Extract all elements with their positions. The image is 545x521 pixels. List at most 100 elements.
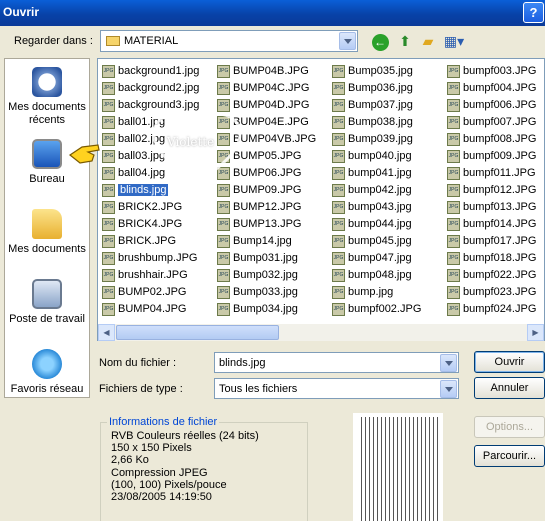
file-item[interactable]: JPG BRICK2.JPG (100, 199, 199, 216)
file-item[interactable]: JPG background2.jpg (100, 80, 199, 97)
file-item[interactable]: JPG blinds.jpg (100, 182, 199, 199)
help-button[interactable]: ? (523, 2, 544, 23)
file-item[interactable]: JPG bumpf008.JPG (445, 131, 536, 148)
scroll-right-icon[interactable]: ▶ (527, 324, 544, 341)
file-item[interactable]: JPG BUMP02.JPG (100, 284, 199, 301)
file-item[interactable]: JPG bump042.jpg (330, 182, 421, 199)
file-item[interactable]: JPG Bump035.jpg (330, 63, 421, 80)
file-item[interactable]: JPG background3.jpg (100, 97, 199, 114)
file-item[interactable]: JPG bumpf014.JPG (445, 216, 536, 233)
file-name: BUMP04E.JPG (233, 116, 309, 128)
jpg-file-icon: JPG (332, 116, 345, 129)
file-item[interactable]: JPG bumpf012.JPG (445, 182, 536, 199)
file-item[interactable]: JPG brushbump.JPG (100, 250, 199, 267)
file-item[interactable]: JPG BUMP04C.JPG (215, 80, 316, 97)
file-item[interactable]: JPG BUMP13.JPG (215, 216, 316, 233)
chevron-down-icon[interactable] (339, 32, 356, 50)
place-network[interactable]: Favoris réseau (5, 349, 89, 396)
file-item[interactable]: JPG BUMP04VB.JPG (215, 131, 316, 148)
file-item[interactable]: JPG bumpf013.JPG (445, 199, 536, 216)
jpg-file-icon: JPG (217, 303, 230, 316)
file-name: BUMP02.JPG (118, 286, 187, 298)
scroll-left-icon[interactable]: ◀ (98, 324, 115, 341)
file-item[interactable]: JPG bumpf023.JPG (445, 284, 536, 301)
file-item[interactable]: JPG bumpf024.JPG (445, 301, 536, 318)
file-item[interactable]: JPG bump.jpg (330, 284, 421, 301)
file-item[interactable]: JPG Bump034.jpg (215, 301, 316, 318)
file-item[interactable]: JPG bumpf011.JPG (445, 165, 536, 182)
desktop-icon (32, 139, 62, 169)
options-button[interactable]: Options... (474, 416, 545, 438)
place-my-documents[interactable]: Mes documents (5, 209, 89, 256)
file-item[interactable]: JPG bump044.jpg (330, 216, 421, 233)
file-item[interactable]: JPG bumpf009.JPG (445, 148, 536, 165)
new-folder-icon[interactable]: ▰ (418, 31, 438, 51)
file-item[interactable]: JPG Bump033.jpg (215, 284, 316, 301)
horizontal-scrollbar[interactable]: ◀ ▶ (98, 324, 544, 341)
file-name: bumpf013.JPG (463, 201, 537, 213)
file-item[interactable]: JPG ball03.jpg (100, 148, 199, 165)
my-computer-icon (32, 279, 62, 309)
file-item[interactable]: JPG Bump036.jpg (330, 80, 421, 97)
look-in-dropdown[interactable]: MATERIAL (100, 30, 358, 52)
views-menu-icon[interactable]: ▦▾ (442, 31, 466, 51)
file-item[interactable]: JPG bumpf018.JPG (445, 250, 536, 267)
file-name: bumpf003.JPG (463, 65, 537, 77)
file-item[interactable]: JPG Bump14.jpg (215, 233, 316, 250)
place-my-computer[interactable]: Poste de travail (5, 279, 89, 326)
file-name-value: blinds.jpg (219, 357, 266, 369)
open-button[interactable]: Ouvrir (474, 351, 545, 373)
file-item[interactable]: JPG BRICK.JPG (100, 233, 199, 250)
file-item[interactable]: JPG BUMP05.JPG (215, 148, 316, 165)
file-item[interactable]: JPG bumpf003.JPG (445, 63, 536, 80)
browse-button[interactable]: Parcourir... (474, 445, 545, 467)
file-item[interactable]: JPG Bump037.jpg (330, 97, 421, 114)
file-item[interactable]: JPG bumpf007.JPG (445, 114, 536, 131)
jpg-file-icon: JPG (102, 99, 115, 112)
file-item[interactable]: JPG bumpf002.JPG (330, 301, 421, 318)
file-item[interactable]: JPG BUMP04.JPG (100, 301, 199, 318)
file-item[interactable]: JPG BUMP04E.JPG (215, 114, 316, 131)
file-item[interactable]: JPG ball01.jpg (100, 114, 199, 131)
file-item[interactable]: JPG BUMP04B.JPG (215, 63, 316, 80)
file-item[interactable]: JPG brushhair.JPG (100, 267, 199, 284)
file-name: Bump035.jpg (348, 65, 413, 77)
chevron-down-icon[interactable] (440, 354, 457, 372)
file-item[interactable]: JPG Bump032.jpg (215, 267, 316, 284)
watermark-text: Violette (167, 135, 215, 149)
file-item[interactable]: JPG background1.jpg (100, 63, 199, 80)
file-item[interactable]: JPG bump041.jpg (330, 165, 421, 182)
file-item[interactable]: JPG bumpf017.JPG (445, 233, 536, 250)
file-item[interactable]: JPG ball04.jpg (100, 165, 199, 182)
back-icon[interactable]: ← (370, 31, 390, 51)
jpg-file-icon: JPG (447, 150, 460, 163)
chevron-down-icon[interactable] (440, 380, 457, 398)
file-item[interactable]: JPG Bump038.jpg (330, 114, 421, 131)
file-list[interactable]: JPG background1.jpg JPG background2.jpg JPG b… (97, 58, 545, 341)
cancel-button[interactable]: Annuler (474, 377, 545, 399)
file-item[interactable]: JPG bumpf004.JPG (445, 80, 536, 97)
file-name-input[interactable]: blinds.jpg (214, 352, 459, 373)
file-item[interactable]: JPG BUMP09.JPG (215, 182, 316, 199)
file-type-dropdown[interactable]: Tous les fichiers (214, 378, 459, 399)
file-item[interactable]: JPG bump047.jpg (330, 250, 421, 267)
file-item[interactable]: JPG bump040.jpg (330, 148, 421, 165)
file-column: JPG BUMP04B.JPG JPG BUMP04C.JPG JPG BUMP04D.J… (215, 63, 316, 318)
file-item[interactable]: JPG BUMP06.JPG (215, 165, 316, 182)
file-name: BUMP04D.JPG (233, 99, 310, 111)
file-item[interactable]: JPG bump043.jpg (330, 199, 421, 216)
place-recent-documents[interactable]: Mes documents récents (5, 67, 89, 127)
file-item[interactable]: JPG BUMP04D.JPG (215, 97, 316, 114)
file-item[interactable]: JPG Bump039.jpg (330, 131, 421, 148)
file-name: Bump034.jpg (233, 303, 298, 315)
file-item[interactable]: JPG bump045.jpg (330, 233, 421, 250)
up-folder-icon[interactable]: ⬆ (395, 31, 415, 51)
file-item[interactable]: JPG bump048.jpg (330, 267, 421, 284)
file-name: BUMP13.JPG (233, 218, 302, 230)
scroll-thumb[interactable] (116, 325, 279, 340)
file-item[interactable]: JPG bumpf006.JPG (445, 97, 536, 114)
file-item[interactable]: JPG BUMP12.JPG (215, 199, 316, 216)
file-item[interactable]: JPG Bump031.jpg (215, 250, 316, 267)
file-item[interactable]: JPG BRICK4.JPG (100, 216, 199, 233)
file-item[interactable]: JPG bumpf022.JPG (445, 267, 536, 284)
